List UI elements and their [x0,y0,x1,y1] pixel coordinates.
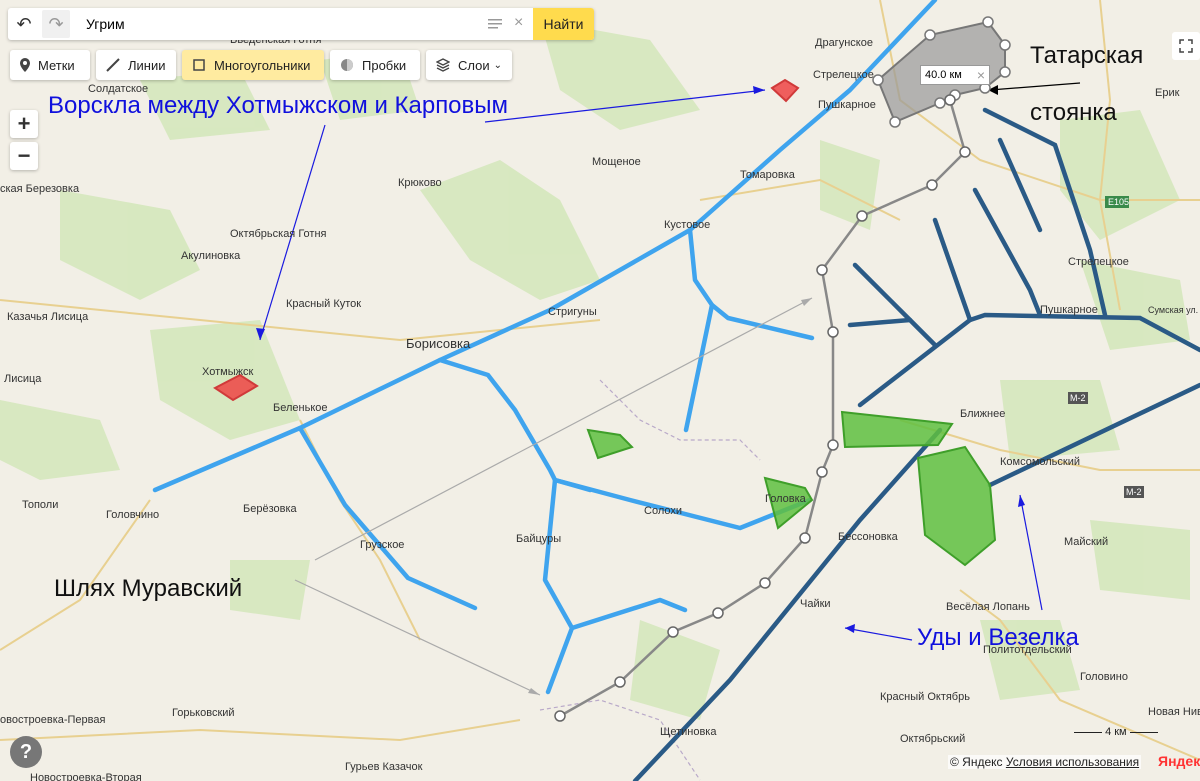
menu-icon[interactable] [488,17,502,31]
annotation-arrow-black [989,82,1081,91]
svg-text:Стригуны: Стригуны [548,306,597,318]
layers-button[interactable]: Слои ⌄ [426,50,512,80]
svg-text:Щетиновка: Щетиновка [660,726,717,738]
line-icon [106,58,120,72]
svg-text:Гурьев Казачок: Гурьев Казачок [345,761,423,773]
lines-button[interactable]: Линии [96,50,176,80]
traffic-label: Пробки [362,57,407,73]
svg-text:Чайки: Чайки [800,598,831,610]
scale-bar: 4 км [1074,726,1158,738]
svg-text:E105: E105 [1108,197,1129,207]
lines-label: Линии [128,57,166,73]
copyright-text: © Яндекс [950,755,1003,769]
svg-text:Октябрьская Готня: Октябрьская Готня [230,228,327,240]
redo-button[interactable]: ↷ [42,10,70,38]
svg-text:Ерик: Ерик [1155,87,1180,99]
undo-button[interactable]: ↶ [10,10,38,38]
layers-label: Слои [457,57,490,73]
svg-text:Горьковский: Горьковский [172,707,235,719]
svg-text:Байцуры: Байцуры [516,533,561,545]
fullscreen-button[interactable] [1172,32,1200,60]
annotation-tatar-2: стоянка [1030,99,1117,126]
svg-text:Пушкарное: Пушкарное [1040,304,1098,316]
pin-icon [20,58,30,72]
svg-text:Томаровка: Томаровка [740,169,796,181]
svg-text:Стрелецкое: Стрелецкое [1068,256,1129,268]
marks-button[interactable]: Метки [10,50,90,80]
annotation-vorskla: Ворскла между Хотмыжском и Карповым [48,92,508,119]
svg-text:Головино: Головино [1080,671,1128,683]
svg-text:Грузское: Грузское [360,539,404,551]
svg-text:Кустовое: Кустовое [664,219,710,231]
svg-text:овостроевка-Первая: овостроевка-Первая [0,714,106,726]
search-bar: ↶ ↷ × Найти [8,8,594,40]
svg-text:Стрелецкое: Стрелецкое [813,69,874,81]
copyright: © Яндекс Условия использования [948,755,1142,769]
annotation-tatar-1: Татарская [1030,42,1143,69]
zoom-in-button[interactable]: + [10,110,38,138]
redo-icon: ↷ [48,13,64,34]
svg-text:Мощеное: Мощеное [592,156,641,168]
svg-text:Весёлая Лопань: Весёлая Лопань [946,601,1030,613]
annotation-shlyah: Шлях Муравский [54,575,242,602]
traffic-button[interactable]: Пробки [330,50,420,80]
svg-text:Бессоновка: Бессоновка [838,531,899,543]
find-button[interactable]: Найти [533,8,594,40]
green-polygons[interactable] [586,410,997,567]
yandex-logo: Яндекс [1158,753,1200,769]
terms-link[interactable]: Условия использования [1006,755,1139,769]
chevron-down-icon: ⌄ [493,59,502,71]
scale-label: 4 км [1105,726,1127,738]
marks-label: Метки [38,57,75,73]
svg-text:Акулиновка: Акулиновка [181,250,241,262]
layers-icon [436,58,450,72]
close-icon[interactable]: × [977,67,985,83]
arrow-heads [256,85,1025,695]
admin-borders [539,379,761,781]
map-canvas[interactable]: E105 M-2 M-2 Солдатское Введенская Готня… [0,0,1200,781]
search-input[interactable] [80,12,492,36]
svg-text:M-2: M-2 [1070,393,1086,403]
svg-text:Казачья Лисица: Казачья Лисица [7,311,89,323]
svg-text:Ближнее: Ближнее [960,408,1005,420]
polygons-button[interactable]: Многоугольники [182,50,324,80]
svg-text:Борисовка: Борисовка [406,336,471,351]
traffic-icon [341,59,353,71]
svg-text:Хотмыжск: Хотмыжск [202,366,253,378]
polygons-label: Многоугольники [214,57,311,73]
svg-text:Тополи: Тополи [22,499,58,511]
svg-text:ская Березовка: ская Березовка [0,183,80,195]
svg-text:Крюково: Крюково [398,177,442,189]
svg-text:Красный Октябрь: Красный Октябрь [880,691,970,703]
svg-text:M-2: M-2 [1126,487,1142,497]
distance-label: 40.0 км × [920,65,990,85]
svg-text:Драгунское: Драгунское [815,37,873,49]
svg-text:Головчино: Головчино [106,509,159,521]
svg-text:Новостроевка-Вторая: Новостроевка-Вторая [30,772,142,781]
svg-text:Красный Куток: Красный Куток [286,298,361,310]
svg-text:Сумская ул.: Сумская ул. [1148,305,1198,315]
svg-text:Беленькое: Беленькое [273,402,327,414]
zoom-out-button[interactable]: − [10,142,38,170]
svg-text:Головка: Головка [765,493,807,505]
svg-text:Пушкарное: Пушкарное [818,99,876,111]
svg-text:Майский: Майский [1064,536,1108,548]
undo-icon: ↶ [16,13,32,34]
svg-text:Берёзовка: Берёзовка [243,503,298,515]
clear-icon[interactable]: × [514,14,523,32]
svg-text:Новая Ниве: Новая Ниве [1148,706,1200,718]
svg-text:Октябрьский: Октябрьский [900,733,965,745]
svg-text:Лисица: Лисица [4,373,42,385]
polygon-icon [193,59,205,71]
fullscreen-icon [1179,39,1193,53]
annotation-udy: Уды и Везелка [917,624,1080,651]
help-button[interactable]: ? [10,736,42,768]
svg-text:Солохи: Солохи [644,505,682,517]
distance-value: 40.0 км [925,69,962,81]
svg-text:Комсомольский: Комсомольский [1000,456,1080,468]
